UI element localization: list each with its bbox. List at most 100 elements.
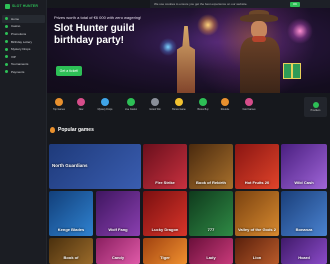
game-title: Wild Cash [294, 180, 314, 186]
category-label: New [78, 109, 84, 111]
sidebar-item-payments[interactable]: Payments [2, 68, 45, 76]
game-tile[interactable]: Lion [235, 238, 279, 264]
game-title: Candy [111, 255, 125, 261]
cards-icon [245, 98, 253, 106]
sidebar-item-label: Tournaments [11, 62, 29, 67]
game-title: Kenge Blades [57, 227, 85, 233]
game-tile[interactable]: Kenge Blades [49, 191, 93, 236]
cart-icon [199, 98, 207, 106]
gift-icon [5, 32, 8, 36]
game-tile[interactable]: Lucky Dragon [143, 191, 187, 236]
game-tile[interactable]: Lady [189, 238, 233, 264]
game-tile[interactable]: Fire Strike [143, 144, 187, 189]
cookie-ok-button[interactable]: OK [290, 1, 300, 7]
game-title: Hoard [298, 255, 310, 261]
category-label: Bonus Game [172, 109, 186, 111]
sidebar-item-label: Mystery Drops [11, 47, 31, 52]
category-roulette[interactable]: Roulette [213, 98, 237, 111]
casino-icon [5, 24, 8, 28]
sidebar-item-mystery-drops[interactable]: Mystery Drops [2, 45, 45, 53]
logo[interactable]: SLOT HUNTER [5, 2, 38, 10]
sidebar-item-promotions[interactable]: Promotions [2, 30, 45, 38]
sidebar-item-label: Home [11, 16, 20, 21]
providers-icon [312, 102, 319, 108]
category-label: Bonus Buy [197, 109, 209, 111]
logo-icon [5, 3, 10, 9]
game-grid: North Guardians Fire Strike Book of Rebi… [49, 144, 330, 264]
category-card-games[interactable]: Card Games [237, 98, 261, 111]
game-title: Book of Rebirth [196, 180, 226, 186]
app: SLOT HUNTER Home Casino Promotions Birth… [0, 0, 330, 264]
providers-button[interactable]: Providers [304, 97, 327, 117]
home-icon [5, 17, 8, 21]
game-tile[interactable]: Tiger [143, 238, 187, 264]
hero-title: Slot Hunter guild birthday party! [54, 23, 135, 46]
category-new[interactable]: New [69, 98, 93, 111]
game-tile[interactable]: Wolf Fang [96, 191, 140, 236]
game-tile[interactable]: Candy [96, 238, 140, 264]
category-instant-win[interactable]: Instant Win [143, 98, 167, 111]
card-icon [5, 70, 8, 74]
sidebar-item-tournaments[interactable]: Tournaments [2, 61, 45, 69]
category-label: Top Games [53, 109, 65, 111]
game-title: Lion [252, 255, 262, 261]
game-title: Lucky Dragon [151, 227, 179, 233]
game-tile[interactable]: Hoard [281, 238, 327, 264]
category-bonus-buy[interactable]: Bonus Buy [191, 98, 215, 111]
get-ticket-button[interactable]: Get a ticket! [56, 66, 82, 76]
sidebar-item-casino[interactable]: Casino [2, 23, 45, 31]
game-title: North Guardians [52, 163, 88, 169]
game-title: Lady [206, 255, 216, 261]
ticket-icon [5, 40, 8, 44]
cake-icon [77, 98, 85, 106]
sidebar-item-label: Casino [11, 24, 21, 29]
drop-icon [101, 98, 109, 106]
category-live-casino[interactable]: Live Casino [119, 98, 143, 111]
game-title: Book of [63, 255, 79, 261]
providers-label: Providers [310, 110, 321, 112]
category-bonus-game[interactable]: Bonus Game [167, 98, 191, 111]
firework-icon [287, 18, 313, 44]
bomb-icon [151, 98, 159, 106]
game-tile[interactable]: Bonanza [281, 191, 327, 236]
firework-icon [197, 14, 219, 36]
game-tile[interactable]: 777 [189, 191, 233, 236]
sidebar: SLOT HUNTER Home Casino Promotions Birth… [0, 0, 47, 264]
sidebar-item-vip[interactable]: VIP [2, 53, 45, 61]
sidebar-item-home[interactable]: Home [2, 15, 45, 23]
wheel-icon [221, 98, 229, 106]
popular-games-heading: Popular games [50, 127, 94, 133]
section-title: Popular games [58, 127, 94, 133]
hero-banner[interactable]: Prizes worth a total of €6 000 with zero… [47, 8, 330, 93]
fire-icon [50, 127, 55, 133]
sidebar-item-label: Birthday Lottery [11, 39, 33, 44]
category-bar: Top Games New Mystery Drops Live Casino … [47, 95, 330, 123]
roulette-icon [127, 98, 135, 106]
sidebar-item-birthday-lottery[interactable]: Birthday Lottery [2, 38, 45, 46]
game-tile[interactable]: Hot Fruits 20 [235, 144, 279, 189]
game-tile[interactable]: Wild Cash [281, 144, 327, 189]
sidebar-item-label: Promotions [11, 31, 27, 36]
game-tile[interactable]: North Guardians [49, 144, 141, 189]
logo-text: SLOT HUNTER [12, 4, 38, 8]
sidebar-nav: Home Casino Promotions Birthday Lottery … [2, 15, 45, 76]
category-label: Live Casino [124, 109, 137, 111]
star-icon [175, 98, 183, 106]
hero-subtitle: Prizes worth a total of €6 000 with zero… [54, 15, 142, 20]
game-title: 777 [207, 227, 215, 233]
cookie-text: We use cookies to ensure you get the bes… [154, 2, 248, 6]
category-label: Instant Win [149, 109, 161, 111]
game-tile[interactable]: Valley of the Gods 2 [235, 191, 279, 236]
game-title: Bonanza [295, 227, 313, 233]
drop-icon [5, 47, 8, 51]
category-mystery-drops[interactable]: Mystery Drops [93, 98, 117, 111]
sidebar-item-label: VIP [11, 54, 16, 59]
trophy-icon [5, 62, 8, 66]
burger-icon [55, 98, 63, 106]
game-tile[interactable]: Book of [49, 238, 93, 264]
cookie-banner: We use cookies to ensure you get the bes… [150, 0, 330, 8]
game-tile[interactable]: Book of Rebirth [189, 144, 233, 189]
game-title: Valley of the Gods 2 [237, 227, 276, 233]
sidebar-item-label: Payments [11, 69, 25, 74]
category-top-games[interactable]: Top Games [47, 98, 71, 111]
